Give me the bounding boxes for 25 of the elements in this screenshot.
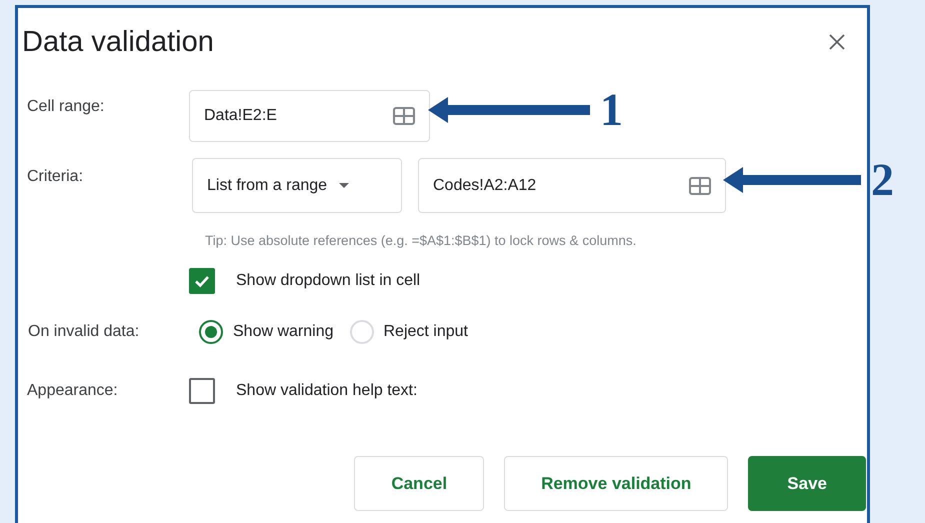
radio-label[interactable]: Show warning: [233, 323, 334, 341]
grid-icon[interactable]: [689, 176, 711, 194]
field-label: Appearance:: [27, 382, 119, 400]
field-label: Cell range:: [27, 97, 106, 116]
dialog-title: Data validation: [22, 26, 214, 58]
caret-icon: [339, 183, 350, 188]
dialog-button[interactable]: Cancel: [354, 456, 484, 511]
checkbox-label[interactable]: Show validation help text:: [236, 382, 418, 400]
dialog-button[interactable]: Remove validation: [504, 456, 728, 511]
callout-number: 2: [871, 157, 894, 203]
save-button[interactable]: Save: [748, 456, 866, 511]
checkbox[interactable]: [189, 378, 215, 404]
input-field[interactable]: Data!E2:E: [189, 90, 430, 142]
radio-label[interactable]: Reject input: [384, 323, 468, 341]
radio-button[interactable]: [199, 320, 223, 344]
dropdown[interactable]: List from a range: [192, 158, 402, 213]
grid-icon[interactable]: [393, 107, 415, 125]
checkbox-label[interactable]: Show dropdown list in cell: [236, 272, 420, 290]
close-icon[interactable]: [829, 34, 845, 50]
callout-number: 1: [600, 87, 623, 133]
input-field[interactable]: Codes!A2:A12: [418, 158, 726, 213]
field-label: Criteria:: [27, 167, 84, 186]
field-label: On invalid data:: [27, 323, 140, 341]
checkbox[interactable]: [189, 268, 215, 294]
tip-text: Tip: Use absolute references (e.g. =$A$1:$B$1) to lock rows & columns.: [204, 233, 638, 248]
